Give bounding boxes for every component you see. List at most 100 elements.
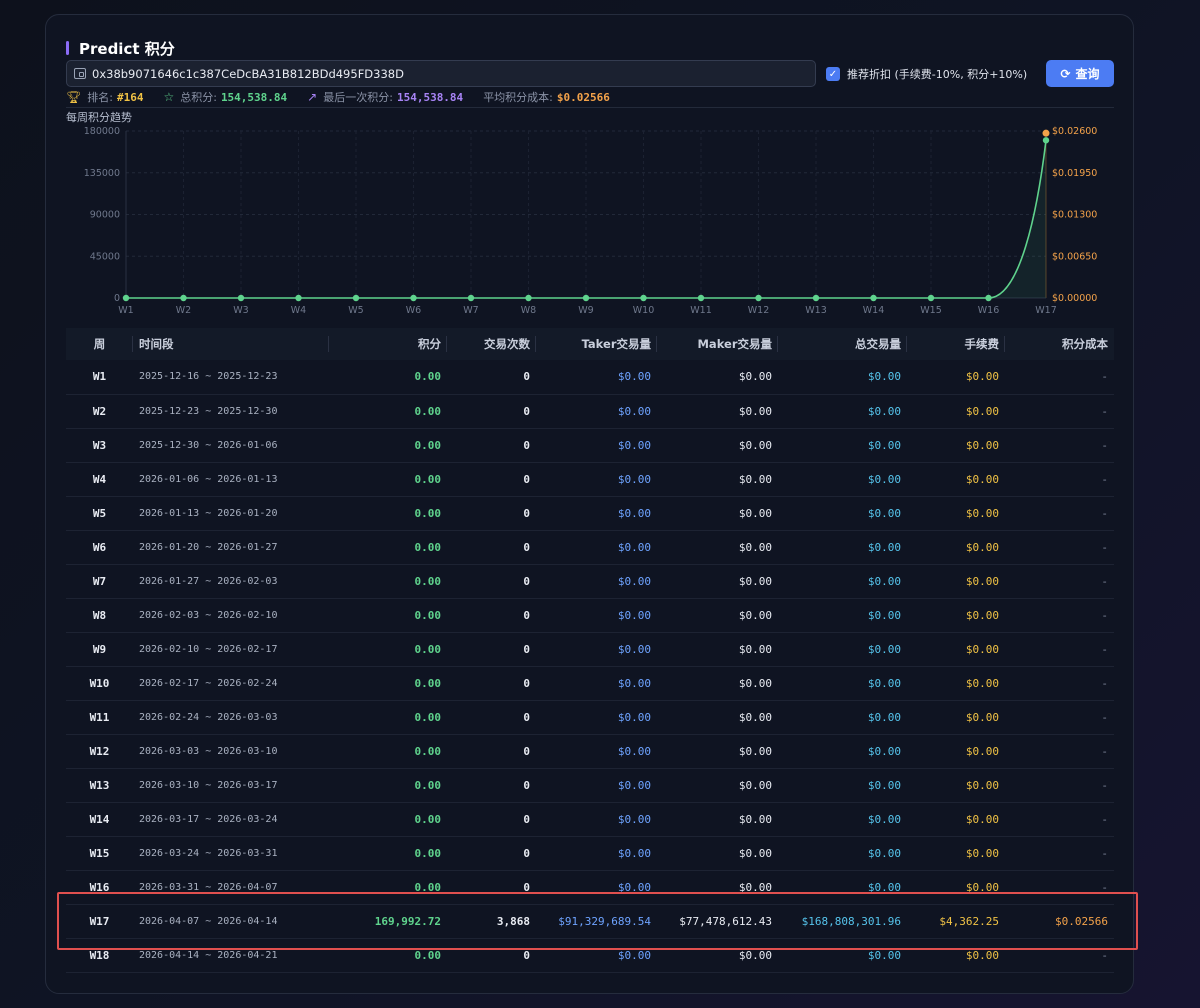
address-input[interactable] [92, 66, 792, 81]
cell-fee: $0.00 [965, 404, 999, 418]
total-value: 154,538.84 [220, 90, 288, 104]
cell-taker: $91,329,689.54 [558, 914, 651, 928]
cell-points: 0.00 [414, 710, 442, 724]
cell-week: W7 [92, 574, 107, 588]
cell-maker: $0.00 [738, 846, 772, 860]
points-marker [1042, 137, 1050, 144]
x-tick-label: W12 [748, 305, 769, 316]
x-tick-label: W7 [463, 305, 478, 316]
table-row: W10 2026-02-17 ~ 2026-02-24 0.00 0 $0.00 $0.0… [66, 666, 1114, 700]
table-row: W6 2026-01-20 ~ 2026-01-27 0.00 0 $0.00 $0.00… [66, 530, 1114, 564]
cell-maker: $0.00 [738, 880, 772, 894]
cell-fee: $0.00 [965, 744, 999, 758]
header-fee[interactable]: 手续费 [907, 328, 1005, 360]
points-marker [180, 294, 187, 302]
cell-points: 169,992.72 [374, 914, 441, 928]
cell-cost: - [1101, 540, 1108, 554]
y-right-tick-label: $0.01300 [1052, 210, 1097, 221]
weekly-points-chart: 0 $0.00000 45000 $0.00650 90000 $0.01300 13500… [84, 126, 1098, 316]
cell-points: 0.00 [414, 744, 442, 758]
y-left-tick-label: 0 [114, 293, 120, 304]
y-right-tick-label: $0.01950 [1052, 168, 1097, 179]
cell-cost: - [1101, 880, 1108, 894]
cell-week: W11 [89, 710, 110, 724]
cell-fee: $0.00 [965, 472, 999, 486]
cell-trades: 0 [523, 710, 530, 724]
y-left-tick-label: 135000 [84, 168, 120, 179]
cell-cost: - [1101, 812, 1108, 826]
cell-fee: $0.00 [965, 574, 999, 588]
points-marker [870, 294, 877, 302]
cell-taker: $0.00 [617, 846, 651, 860]
cell-maker: $0.00 [738, 642, 772, 656]
cell-points: 0.00 [414, 404, 442, 418]
total-label: 总积分: [180, 91, 217, 104]
header-week[interactable]: 周 [66, 328, 133, 360]
trophy-icon: 🏆︎ [66, 90, 82, 104]
cell-cost: - [1101, 370, 1108, 384]
cell-week: W1 [92, 370, 107, 384]
cell-cost: - [1101, 642, 1108, 656]
cell-maker: $0.00 [738, 438, 772, 452]
cell-fee: $4,362.25 [939, 914, 999, 928]
title-row: Predict 积分 [66, 39, 175, 58]
points-marker [812, 294, 820, 302]
discount-checkbox[interactable]: ✓ [826, 67, 840, 81]
cell-points: 0.00 [414, 948, 442, 962]
trending-up-icon: ↗ [307, 90, 318, 104]
header-trades[interactable]: 交易次数 [447, 328, 536, 360]
cell-maker: $0.00 [738, 744, 772, 758]
points-marker [697, 294, 705, 302]
discount-toggle[interactable]: ✓ 推荐折扣 (手续费-10%, 积分+10%) [826, 66, 1027, 82]
cell-trades: 0 [523, 778, 530, 792]
cell-trades: 0 [523, 812, 530, 826]
address-field[interactable] [66, 60, 816, 87]
cell-week: W15 [89, 846, 110, 860]
cell-cost: - [1101, 778, 1108, 792]
cell-points: 0.00 [414, 608, 442, 622]
cell-trades: 0 [523, 744, 530, 758]
cell-maker: $0.00 [738, 778, 772, 792]
cell-period: 2026-01-27 ~ 2026-02-03 [139, 575, 278, 587]
cell-cost: - [1101, 948, 1108, 962]
cell-total: $0.00 [867, 438, 901, 452]
cell-points: 0.00 [414, 506, 442, 520]
points-marker [410, 294, 417, 302]
points-marker [467, 294, 475, 302]
cell-taker: $0.00 [617, 608, 651, 622]
header-period[interactable]: 时间段 [133, 328, 329, 360]
wallet-icon [74, 68, 86, 79]
cell-points: 0.00 [414, 438, 442, 452]
x-tick-label: W15 [920, 305, 941, 316]
header-taker[interactable]: Taker交易量 [536, 328, 657, 360]
header-cost[interactable]: 积分成本 [1005, 328, 1114, 360]
points-marker [237, 294, 245, 302]
table-row: W7 2026-01-27 ~ 2026-02-03 0.00 0 $0.00 $0.00… [66, 564, 1114, 598]
header-maker[interactable]: Maker交易量 [657, 328, 778, 360]
header-total[interactable]: 总交易量 [778, 328, 907, 360]
cell-taker: $0.00 [617, 404, 651, 418]
points-marker [755, 294, 762, 302]
cell-taker: $0.00 [617, 676, 651, 690]
cell-fee: $0.00 [965, 812, 999, 826]
cell-total: $0.00 [867, 846, 901, 860]
y-right-tick-label: $0.00000 [1052, 293, 1097, 304]
cell-week: W14 [89, 812, 110, 826]
divider [66, 107, 1114, 108]
cell-period: 2026-02-17 ~ 2026-02-24 [139, 677, 278, 689]
cell-trades: 0 [523, 846, 530, 860]
cell-points: 0.00 [414, 642, 442, 656]
points-marker [295, 294, 302, 302]
query-button[interactable]: ⟳ 查询 [1046, 60, 1114, 87]
rank-stat: 🏆︎ 排名: #164 [66, 89, 143, 105]
avgcost-value: $0.02566 [556, 90, 610, 104]
cell-week: W18 [89, 948, 110, 962]
cell-cost: $0.02566 [1055, 914, 1108, 928]
header-points[interactable]: 积分 [329, 328, 447, 360]
page-title: Predict 积分 [79, 39, 175, 58]
cell-total: $0.00 [867, 710, 901, 724]
cell-total: $0.00 [867, 642, 901, 656]
cell-cost: - [1101, 846, 1108, 860]
cell-cost: - [1101, 744, 1108, 758]
cell-total: $0.00 [867, 608, 901, 622]
